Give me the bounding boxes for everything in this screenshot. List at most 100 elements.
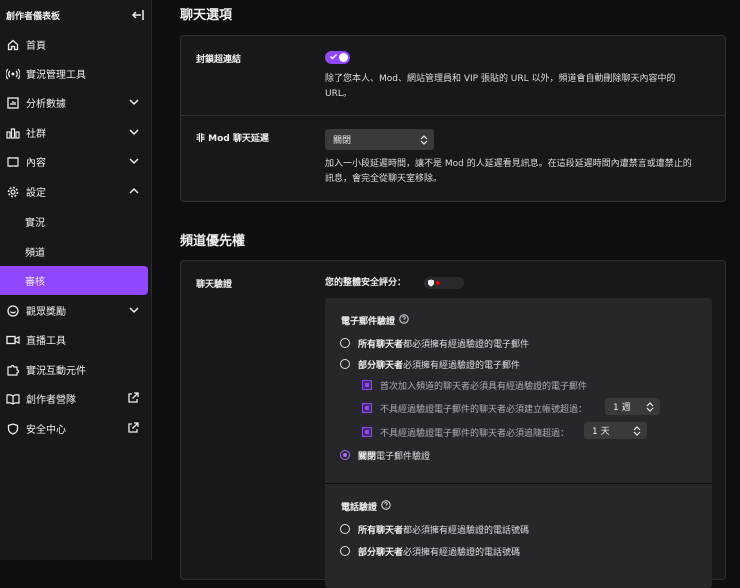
shield-icon — [7, 422, 19, 435]
email-all-chatters-radio[interactable] — [340, 338, 350, 348]
sidebar-item-label: 直播工具 — [26, 336, 66, 347]
account-age-text: 不具經過驗證電子郵件的聊天者必須建立帳號超過： — [380, 405, 588, 415]
sidebar-item-label: 創作者營隊 — [26, 395, 76, 406]
first-time-chatters-checkbox[interactable] — [362, 380, 372, 390]
help-icon[interactable] — [381, 500, 391, 510]
broadcast-icon — [6, 68, 20, 79]
sidebar-item-extensions[interactable]: 實況互動元件 — [0, 355, 151, 384]
safety-score-fill — [436, 281, 439, 285]
sidebar-item-stream-manager[interactable]: 實況管理工具 — [0, 59, 151, 88]
chevron-down-icon — [129, 99, 139, 106]
sidebar-item-label: 社群 — [26, 129, 46, 140]
external-link-icon — [128, 392, 139, 403]
sidebar-item-label: 觀眾獎勵 — [26, 307, 66, 318]
up-down-arrows-icon — [633, 425, 641, 436]
follow-age-text: 不具經過驗證電子郵件的聊天者必須追隨超過： — [380, 429, 570, 439]
description-line: URL。 — [325, 89, 352, 99]
collapse-sidebar-icon[interactable] — [131, 8, 145, 22]
shield-icon — [428, 279, 434, 287]
content-icon — [7, 156, 19, 167]
email-off-text: 關閉電子郵件驗證 — [358, 452, 431, 462]
section-title-channel-priority: 頻道優先權 — [180, 234, 246, 249]
phone-all-chatters-radio[interactable] — [340, 524, 350, 534]
description-line: 訊息，會完全從聊天室移除。 — [325, 174, 443, 184]
phone-some-chatters-text: 部分聊天者必須擁有經過驗證的電話號碼 — [358, 548, 521, 558]
block-links-toggle[interactable] — [325, 51, 350, 64]
sidebar-item-settings[interactable]: 設定 — [0, 177, 151, 206]
block-links-label: 封鎖超連結 — [196, 55, 242, 65]
sidebar-item-label: 設定 — [26, 188, 46, 199]
sidebar-item-label: 頻道 — [25, 248, 45, 259]
sidebar-item-label: 首頁 — [26, 41, 46, 52]
community-icon — [6, 127, 20, 139]
select-value: 1 天 — [592, 427, 610, 437]
sidebar-item-content[interactable]: 內容 — [0, 147, 151, 176]
sidebar-header: 創作者儀表板 — [0, 0, 151, 30]
safety-score-meter — [424, 277, 464, 289]
sidebar-item-stream[interactable]: 實況 — [0, 207, 151, 236]
sidebar-item-viewer-rewards[interactable]: 觀眾獎勵 — [0, 296, 151, 325]
sidebar-item-moderation[interactable]: 審核 — [0, 266, 148, 295]
sidebar-item-community[interactable]: 社群 — [0, 118, 151, 147]
account-age-checkbox[interactable] — [362, 403, 372, 413]
toggle-knob — [339, 53, 348, 62]
verification-panel: 電子郵件驗證 所有聊天者都必須擁有經過驗證的電子郵件 部分聊天者必須擁有經過驗證… — [325, 298, 712, 588]
chat-verification-label: 聊天驗證 — [196, 280, 233, 290]
help-icon[interactable] — [399, 314, 409, 324]
sidebar-item-home[interactable]: 首頁 — [0, 30, 151, 59]
sidebar-item-label: 內容 — [26, 158, 46, 169]
sidebar-item-channel[interactable]: 頻道 — [0, 237, 151, 266]
chevron-down-icon — [129, 158, 139, 165]
sidebar-item-label: 分析數據 — [26, 99, 66, 110]
external-link-icon — [128, 422, 139, 433]
sidebar-item-label: 實況管理工具 — [26, 70, 86, 81]
block-links-description: 除了您本人、Mod、網站管理員和 VIP 張貼的 URL 以外，頻道會自動刪除聊… — [325, 72, 676, 102]
email-all-chatters-text: 所有聊天者都必須擁有經過驗證的電子郵件 — [358, 340, 530, 350]
main-content: 聊天選項 封鎖超連結 除了您本人、Mod、網站管理員和 VIP 張貼的 URL … — [152, 0, 740, 588]
email-verification-title: 電子郵件驗證 — [341, 317, 396, 327]
non-mod-delay-select[interactable]: 關閉 — [325, 129, 434, 150]
chevron-down-icon — [129, 129, 139, 136]
divider — [181, 115, 725, 116]
non-mod-delay-description: 加入一小段延遲時間，讓不是 Mod 的人延遲看見訊息。在這段延遲時間內遭禁言或遭… — [325, 157, 692, 187]
channel-priority-card: 聊天驗證 您的整體安全評分： 電子郵件驗證 所有聊天者都必須擁有經過驗證的電子郵… — [180, 260, 726, 588]
sidebar-item-creator-camp[interactable]: 創作者營隊 — [0, 384, 151, 413]
select-value: 關閉 — [333, 136, 352, 146]
section-title-chat-options: 聊天選項 — [180, 8, 233, 23]
sidebar-item-safety-center[interactable]: 安全中心 — [0, 414, 151, 443]
sidebar: 創作者儀表板 首頁 實況管理工具 分析數據 社群 內容 設定 實況 頻道 審核 — [0, 0, 152, 560]
first-time-chatters-text: 首次加入頻道的聊天者必須具有經過驗證的電子郵件 — [380, 382, 588, 392]
chat-options-card: 封鎖超連結 除了您本人、Mod、網站管理員和 VIP 張貼的 URL 以外，頻道… — [180, 35, 726, 202]
non-mod-delay-label: 非 Mod 聊天延遲 — [196, 134, 269, 144]
follow-age-select[interactable]: 1 天 — [584, 422, 647, 439]
analytics-icon — [7, 96, 19, 109]
sidebar-item-analytics[interactable]: 分析數據 — [0, 88, 151, 117]
chevron-down-icon — [129, 307, 139, 314]
gear-icon — [7, 186, 19, 197]
email-some-chatters-radio[interactable] — [340, 359, 350, 369]
home-icon — [7, 39, 19, 50]
follow-age-checkbox[interactable] — [362, 427, 372, 437]
phone-some-chatters-radio[interactable] — [340, 546, 350, 556]
camera-icon — [6, 335, 20, 344]
select-value: 1 週 — [613, 403, 631, 413]
check-icon — [330, 54, 337, 60]
description-line: 加入一小段延遲時間，讓不是 Mod 的人延遲看見訊息。在這段延遲時間內遭禁言或遭… — [325, 159, 692, 169]
up-down-arrows-icon — [420, 134, 428, 145]
account-age-select[interactable]: 1 週 — [605, 398, 660, 415]
viewer-rewards-icon — [7, 304, 19, 317]
chevron-up-icon — [129, 187, 139, 194]
safety-score-label: 您的整體安全評分： — [325, 278, 407, 288]
extensions-icon — [7, 364, 19, 376]
phone-verification-title: 電話驗證 — [341, 503, 378, 513]
sidebar-item-broadcast-tools[interactable]: 直播工具 — [0, 325, 151, 354]
sidebar-title: 創作者儀表板 — [6, 11, 61, 22]
book-icon — [6, 393, 20, 405]
sidebar-item-label: 安全中心 — [26, 425, 66, 436]
email-off-radio[interactable] — [340, 450, 350, 460]
sidebar-item-label: 實況互動元件 — [26, 366, 86, 377]
description-line: 除了您本人、Mod、網站管理員和 VIP 張貼的 URL 以外，頻道會自動刪除聊… — [325, 74, 676, 84]
phone-all-chatters-text: 所有聊天者都必須擁有經過驗證的電話號碼 — [358, 526, 530, 536]
sidebar-item-label: 實況 — [25, 218, 45, 229]
up-down-arrows-icon — [646, 401, 654, 412]
